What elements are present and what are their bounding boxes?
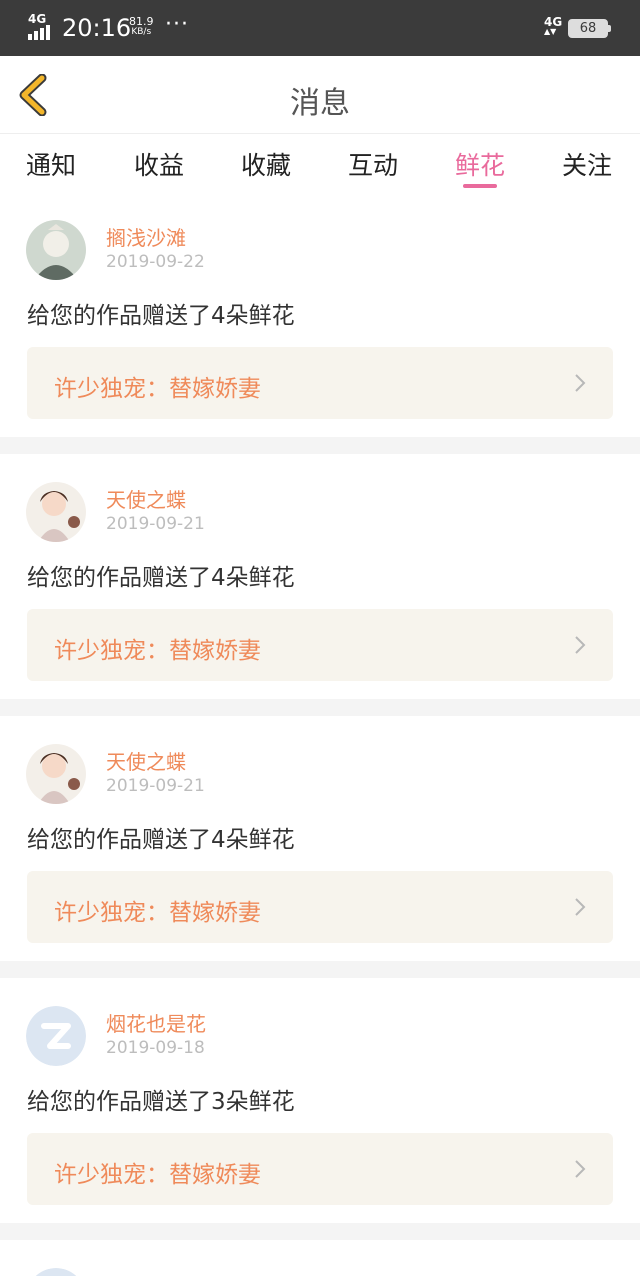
chevron-right-icon <box>575 374 586 392</box>
status-bar: 4G 20:16 81.9 KB/s ··· 4G ▲▼ 68 <box>0 0 640 56</box>
user-name[interactable]: 天使之蝶 <box>106 484 186 513</box>
user-name[interactable]: 烟花也是花 <box>106 1008 206 1037</box>
list-item: 烟花也是花 2019-09-18 给您的作品赠送了3朵鲜花 许少独宠：替嫁娇妻 <box>0 984 640 1229</box>
work-link[interactable]: 许少独宠：替嫁娇妻 <box>27 609 613 681</box>
speed-value: 81.9 <box>129 15 154 28</box>
user-name[interactable]: 搁浅沙滩 <box>106 222 186 251</box>
signal-icon: 4G <box>28 12 56 40</box>
separator <box>0 437 640 454</box>
tab-earnings[interactable]: 收益 <box>109 146 209 182</box>
work-title: 许少独宠：替嫁娇妻 <box>54 638 261 664</box>
separator <box>0 961 640 978</box>
more-notifications-icon: ··· <box>165 12 189 37</box>
tab-flowers[interactable]: 鲜花 <box>430 146 530 182</box>
clock: 20:16 <box>62 14 132 42</box>
network-type-2: 4G ▲▼ <box>544 16 562 36</box>
separator <box>0 699 640 716</box>
work-link[interactable]: 许少独宠：替嫁娇妻 <box>27 871 613 943</box>
battery-level: 68 <box>579 21 597 36</box>
tab-notifications[interactable]: 通知 <box>1 146 101 182</box>
default-avatar-icon[interactable] <box>26 1006 86 1066</box>
avatar[interactable] <box>26 482 86 542</box>
list-item: 天使之蝶 2019-09-21 给您的作品赠送了4朵鲜花 许少独宠：替嫁娇妻 <box>0 460 640 705</box>
chevron-right-icon <box>575 636 586 654</box>
default-avatar-icon[interactable] <box>26 1268 86 1276</box>
list-item <box>0 1240 640 1276</box>
work-title: 许少独宠：替嫁娇妻 <box>54 900 261 926</box>
work-title: 许少独宠：替嫁娇妻 <box>54 1162 261 1188</box>
speed-unit: KB/s <box>131 27 152 37</box>
message-text: 给您的作品赠送了4朵鲜花 <box>27 827 295 853</box>
message-date: 2019-09-21 <box>106 776 205 796</box>
message-date: 2019-09-22 <box>106 252 205 272</box>
list-item: 搁浅沙滩 2019-09-22 给您的作品赠送了4朵鲜花 许少独宠：替嫁娇妻 <box>0 198 640 443</box>
page-title: 消息 <box>290 86 350 121</box>
message-date: 2019-09-18 <box>106 1038 205 1058</box>
data-arrows-icon: ▲▼ <box>544 27 557 36</box>
avatar[interactable] <box>26 220 86 280</box>
list-item: 天使之蝶 2019-09-21 给您的作品赠送了4朵鲜花 许少独宠：替嫁娇妻 <box>0 722 640 967</box>
active-tab-indicator <box>463 184 497 188</box>
user-name[interactable]: 天使之蝶 <box>106 746 186 775</box>
message-text: 给您的作品赠送了4朵鲜花 <box>27 303 295 329</box>
work-link[interactable]: 许少独宠：替嫁娇妻 <box>27 347 613 419</box>
network-type: 4G <box>28 12 47 26</box>
battery-icon: 68 <box>568 19 611 38</box>
tab-favorites[interactable]: 收藏 <box>216 146 316 182</box>
tab-bar: 通知 收益 收藏 互动 鲜花 关注 <box>0 134 640 198</box>
nav-bar: 消息 <box>0 56 640 134</box>
chevron-right-icon <box>575 898 586 916</box>
message-text: 给您的作品赠送了4朵鲜花 <box>27 565 295 591</box>
message-text: 给您的作品赠送了3朵鲜花 <box>27 1089 295 1115</box>
tab-follow[interactable]: 关注 <box>537 146 637 182</box>
network-speed: 81.9 KB/s <box>129 16 154 38</box>
separator <box>0 1223 640 1240</box>
tab-interaction[interactable]: 互动 <box>323 146 423 182</box>
message-date: 2019-09-21 <box>106 514 205 534</box>
chevron-right-icon <box>575 1160 586 1178</box>
work-link[interactable]: 许少独宠：替嫁娇妻 <box>27 1133 613 1205</box>
work-title: 许少独宠：替嫁娇妻 <box>54 376 261 402</box>
avatar[interactable] <box>26 744 86 804</box>
